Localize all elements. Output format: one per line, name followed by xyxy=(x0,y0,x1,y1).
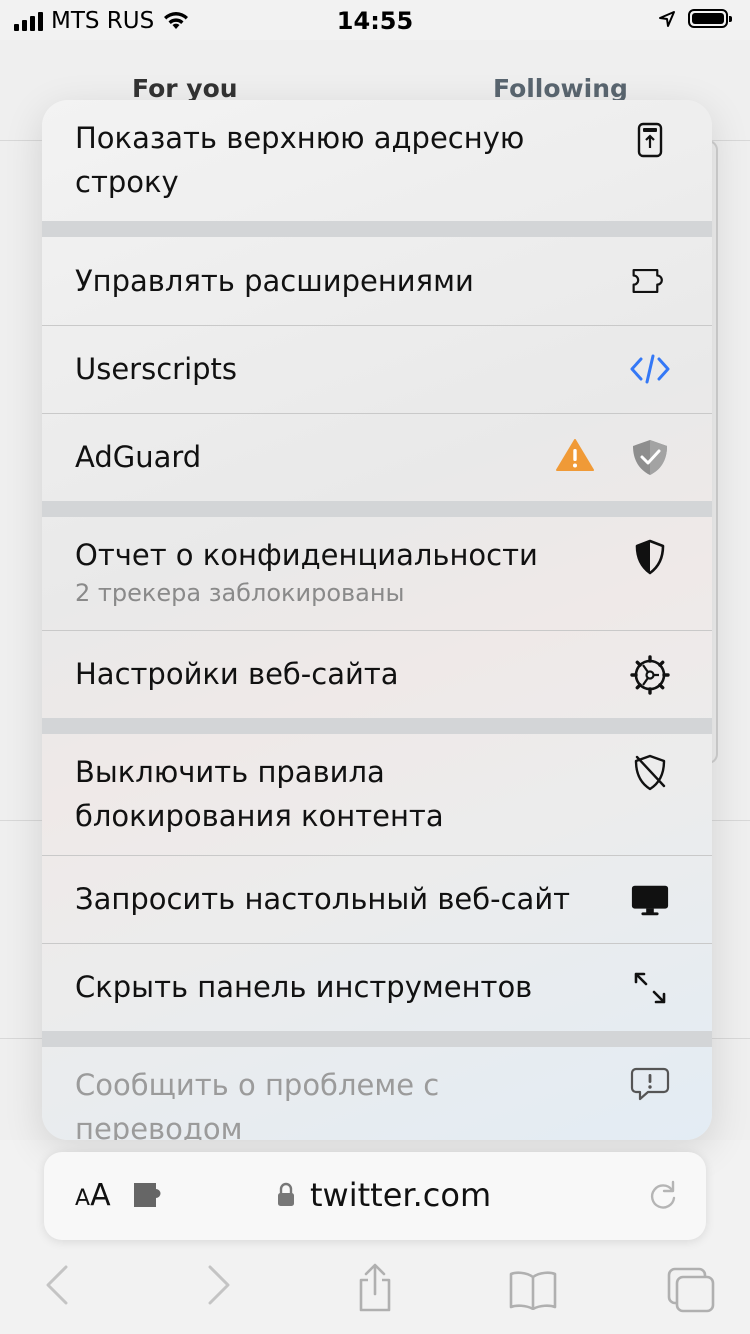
menu-item-label: Управлять расширениями xyxy=(75,264,474,298)
battery-icon xyxy=(688,9,732,28)
status-bar: MTS RUS 14:55 xyxy=(0,0,750,40)
menu-item-label: Показать верхнюю адресную строку xyxy=(75,121,525,199)
menu-group-gap xyxy=(42,501,712,517)
bg-tab-following: Following xyxy=(493,74,628,103)
menu-item-label: Отчет о конфиденциальности xyxy=(75,538,538,572)
url-text[interactable]: twitter.com xyxy=(310,1176,491,1214)
lock-icon xyxy=(276,1182,296,1212)
address-bar[interactable]: AA twitter.com xyxy=(44,1152,706,1240)
hide-toolbar-arrows-icon xyxy=(630,968,670,1008)
status-right xyxy=(658,9,732,28)
location-arrow-icon xyxy=(659,10,675,27)
clock: 14:55 xyxy=(336,7,414,35)
desktop-icon xyxy=(630,880,670,920)
menu-item-label: AdGuard xyxy=(75,440,202,474)
reload-icon[interactable] xyxy=(646,1178,680,1216)
menu-item-label: Сообщить о проблеме с переводом xyxy=(75,1068,440,1140)
menu-item-privacy-report[interactable]: Отчет о конфиденциальности 2 трекера заб… xyxy=(42,517,712,630)
menu-item-userscripts[interactable]: Userscripts xyxy=(42,326,712,413)
menu-item-show-top-address-bar[interactable]: Показать верхнюю адресную строку xyxy=(42,100,712,221)
bg-tab-for-you: For you xyxy=(132,74,238,103)
page-menu-popup: Показать верхнюю адресную строку Управля… xyxy=(42,100,712,1140)
menu-group-gap xyxy=(42,221,712,237)
website-settings-gear-icon xyxy=(630,655,670,695)
menu-item-disable-content-blockers[interactable]: Выключить правила блокирования контента xyxy=(42,734,712,855)
bottom-toolbar xyxy=(0,1240,750,1334)
content-blocker-off-icon xyxy=(630,752,670,792)
menu-item-label: Запросить настольный веб-сайт xyxy=(75,882,571,916)
tabs-icon[interactable] xyxy=(666,1266,716,1318)
menu-item-report-translation-issue[interactable]: Сообщить о проблеме с переводом xyxy=(42,1047,712,1140)
menu-item-label: Userscripts xyxy=(75,352,238,386)
menu-item-label: Скрыть панель инструментов xyxy=(75,970,533,1004)
show-top-address-bar-icon xyxy=(630,120,670,160)
privacy-shield-icon xyxy=(630,537,670,577)
share-icon[interactable] xyxy=(355,1262,395,1316)
code-icon xyxy=(630,349,670,389)
reader-text-size-button[interactable]: AA xyxy=(75,1178,111,1213)
menu-item-label: Выключить правила блокирования контента xyxy=(75,755,444,833)
menu-item-request-desktop-site[interactable]: Запросить настольный веб-сайт xyxy=(42,856,712,943)
menu-group-gap xyxy=(42,1031,712,1047)
menu-item-label: Настройки веб-сайта xyxy=(75,657,399,691)
report-bubble-icon xyxy=(630,1065,670,1105)
menu-item-hide-toolbar[interactable]: Скрыть панель инструментов xyxy=(42,944,712,1031)
forward-icon[interactable] xyxy=(206,1264,232,1310)
extensions-icon xyxy=(630,261,670,301)
menu-item-website-settings[interactable]: Настройки веб-сайта xyxy=(42,631,712,718)
bookmarks-icon[interactable] xyxy=(508,1270,558,1314)
menu-item-sublabel: 2 трекера заблокированы xyxy=(75,579,405,607)
menu-item-manage-extensions[interactable]: Управлять расширениями xyxy=(42,237,712,325)
adguard-shield-icon xyxy=(630,437,670,477)
menu-group-gap xyxy=(42,718,712,734)
menu-item-adguard[interactable]: AdGuard xyxy=(42,414,712,501)
warning-icon xyxy=(556,438,594,476)
extensions-puzzle-icon[interactable] xyxy=(132,1180,166,1214)
back-icon[interactable] xyxy=(44,1264,70,1310)
